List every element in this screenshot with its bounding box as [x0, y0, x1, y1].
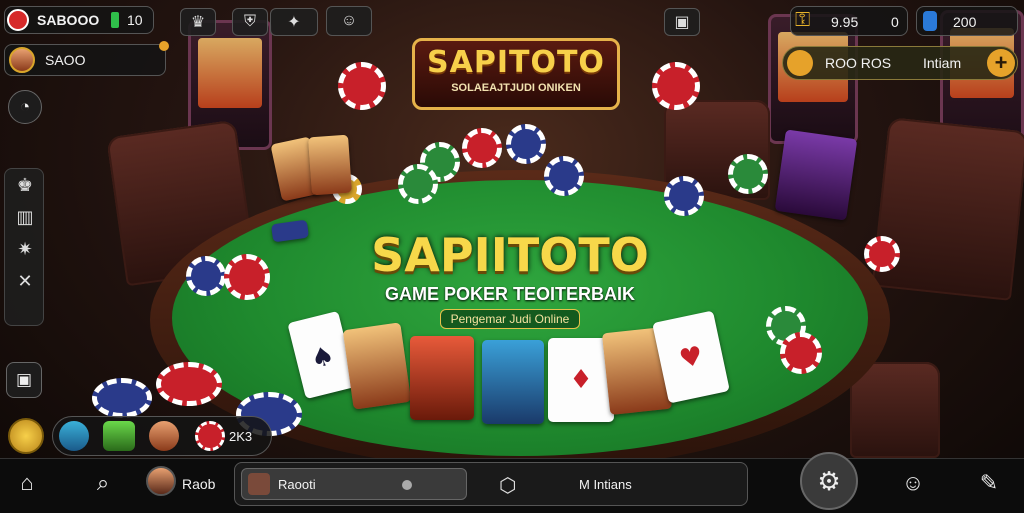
chip-stack: [186, 256, 226, 296]
settings-cog-button[interactable]: ⚙: [800, 452, 858, 510]
search-field-text: Raooti: [278, 477, 316, 492]
tab-label[interactable]: M Intians: [579, 477, 632, 492]
player-name: SAOO: [45, 52, 86, 68]
search-icon[interactable]: ⌕: [88, 468, 118, 498]
coin-balance-value: SABOOO: [37, 12, 100, 28]
mascot-icon[interactable]: ✦: [270, 8, 318, 36]
player-strip: 2K3: [52, 416, 272, 456]
profile-icon[interactable]: ☺: [898, 468, 928, 498]
dot-icon: [402, 480, 412, 490]
chip-stack: [92, 378, 152, 418]
coin-balance-pill[interactable]: SABOOO 10: [4, 6, 154, 34]
bet-value: 2K3: [229, 429, 253, 444]
gem-icon: [923, 11, 937, 31]
bonus-label: Intiam: [923, 55, 962, 71]
ruby-icon: [7, 9, 29, 31]
home-icon[interactable]: ⌂: [12, 468, 42, 498]
key-balance-value: 9.95: [831, 14, 859, 30]
bonus-coin-icon: [787, 50, 813, 76]
add-icon[interactable]: +: [987, 49, 1015, 77]
book-icon[interactable]: ▥: [5, 201, 45, 233]
avatar: [9, 47, 35, 73]
user-label: Raob: [182, 476, 216, 492]
tools-icon[interactable]: ✕: [5, 265, 45, 297]
crown-icon[interactable]: ♚: [5, 169, 45, 201]
shield-outline-icon[interactable]: ⬡: [499, 473, 516, 498]
player-avatar[interactable]: [149, 421, 179, 451]
friend-notification-icon[interactable]: ☺: [326, 6, 372, 36]
chip-stack: [864, 236, 900, 272]
key-icon: ⚿: [795, 9, 811, 31]
key-balance-pill[interactable]: ⚿ 9.95 0: [790, 6, 908, 36]
center-title: SAPIITOTO: [371, 228, 649, 282]
bottom-panel: Raooti ⬡ M Intians: [234, 462, 748, 506]
gem-balance-value: 200: [953, 14, 977, 30]
bonus-pill[interactable]: ROO ROS Intiam +: [782, 46, 1018, 80]
player-avatar[interactable]: [59, 421, 89, 451]
player-avatar[interactable]: [103, 421, 135, 451]
chat-icon[interactable]: ◔: [8, 90, 42, 124]
chip-stack: [338, 62, 386, 110]
card-face: [308, 134, 352, 196]
chip-stack: [506, 124, 546, 164]
coin-button[interactable]: [8, 418, 44, 454]
chip-stack: [462, 128, 502, 168]
gem-balance-pill[interactable]: 200: [916, 6, 1018, 36]
wrench-icon[interactable]: ✎: [974, 468, 1004, 498]
chip-stack: [398, 164, 438, 204]
dealer-icon[interactable]: ♛: [180, 8, 216, 36]
chair-front-right: [850, 362, 940, 458]
gallery-icon[interactable]: ▣: [6, 362, 42, 398]
card-face: [774, 129, 858, 221]
chip-stack: [544, 156, 584, 196]
chair-right: [871, 117, 1024, 301]
chip-stack: [224, 254, 270, 300]
chip-stack: [156, 362, 222, 406]
key-balance-sub: 0: [891, 14, 899, 30]
battery-icon: [111, 12, 119, 28]
side-toolbar: ♚ ▥ ✷ ✕: [4, 168, 44, 326]
center-tagline: Pengemar Judi Online: [439, 309, 581, 329]
game-logo-center: SAPIITOTO GAME POKER TEOITERBAIK Pengema…: [330, 228, 690, 329]
notification-dot-icon: [159, 41, 169, 51]
user-avatar[interactable]: [146, 466, 176, 496]
level-value: 10: [127, 12, 143, 28]
search-field[interactable]: Raooti: [241, 468, 467, 500]
shield-icon[interactable]: ⛨: [232, 8, 268, 36]
settings-gear-icon[interactable]: ✷: [5, 233, 45, 265]
center-subtitle: GAME POKER TEOITERBAIK: [384, 284, 635, 304]
logo-title: SAPITOTO: [427, 45, 605, 80]
chip-stack-icon: [195, 421, 225, 451]
search-avatar-icon: [248, 473, 270, 495]
bonus-text: ROO ROS: [825, 55, 892, 71]
chip-stack: [780, 332, 822, 374]
gift-icon[interactable]: ▣: [664, 8, 700, 36]
community-card[interactable]: [342, 322, 412, 410]
logo-subtitle: SOLAEAJTJUDI ONIKEN: [451, 82, 581, 94]
player-name-pill[interactable]: SAOO: [4, 41, 169, 76]
chip-stack: [664, 176, 704, 216]
community-card[interactable]: [410, 336, 474, 420]
game-logo-top: SAPITOTO SOLAEAJTJUDI ONIKEN: [412, 38, 620, 110]
community-card[interactable]: [482, 340, 544, 424]
chip-stack: [728, 154, 768, 194]
chip-stack: [652, 62, 700, 110]
